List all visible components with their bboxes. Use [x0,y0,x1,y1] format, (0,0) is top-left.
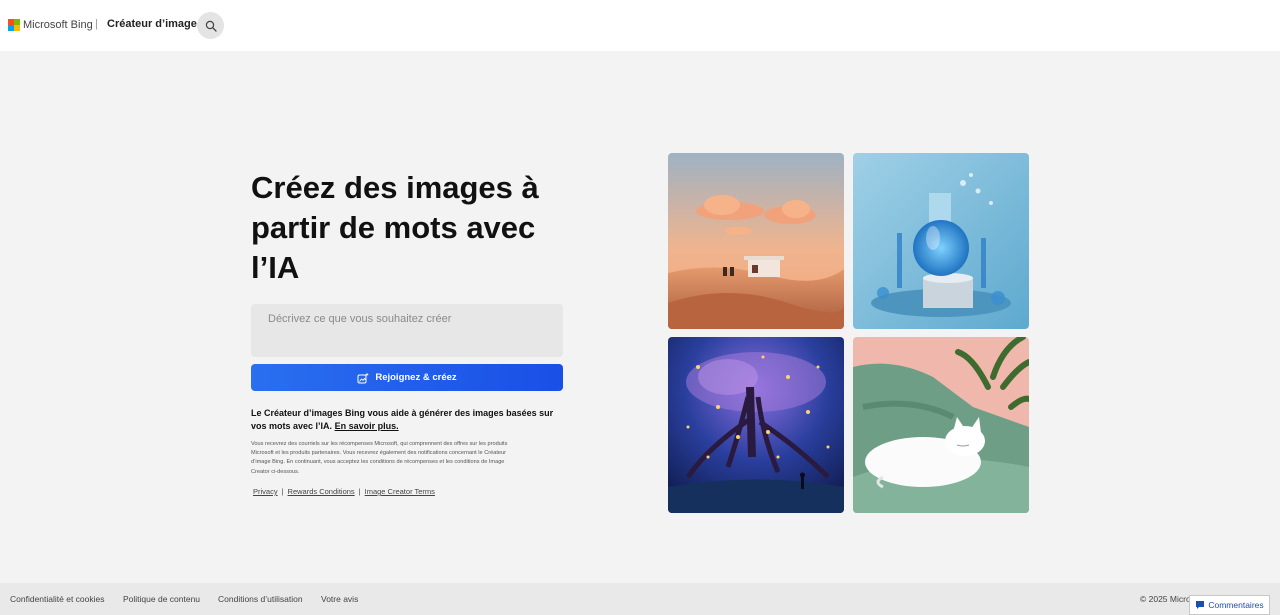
gallery-image-glass-flask[interactable] [853,153,1029,329]
gallery-image-desert-station[interactable] [668,153,844,329]
image-sparkle-icon [357,372,370,383]
gallery-image-white-cat[interactable] [853,337,1029,513]
copyright-text: © 2025 Microsoft [1140,594,1190,604]
join-button-label: Rejoignez & créez [375,372,457,383]
desert-station-image [668,153,844,329]
join-and-create-button[interactable]: Rejoignez & créez [251,364,563,391]
brand-name: Microsoft Bing [23,19,93,31]
rewards-conditions-link[interactable]: Rewards Conditions [288,487,355,496]
description: Le Créateur d’images Bing vous aide à gé… [251,407,571,433]
footer-content-policy-link[interactable]: Politique de contenu [123,594,200,604]
footer-terms-of-use-link[interactable]: Conditions d’utilisation [218,594,303,604]
link-separator: | [358,487,361,496]
glowing-tree-image [668,337,844,513]
image-creator-terms-link[interactable]: Image Creator Terms [365,487,435,496]
legal-links: Privacy | Rewards Conditions | Image Creator… [253,487,435,496]
app-title[interactable]: Créateur d’image [107,18,197,30]
learn-more-link[interactable]: En savoir plus. [335,421,399,431]
footer-your-feedback-link[interactable]: Votre avis [321,594,358,604]
bing-logo[interactable]: Microsoft Bing [8,19,93,31]
description-text: Le Créateur d’images Bing vous aide à gé… [251,408,554,431]
white-cat-image [853,337,1029,513]
comment-icon [1196,601,1205,609]
prompt-input[interactable] [251,304,563,357]
search-button[interactable] [197,12,224,39]
search-icon [205,20,217,32]
page-footer: Confidentialité et cookies Politique de … [0,583,1280,615]
gallery-image-glowing-tree[interactable] [668,337,844,513]
footer-privacy-cookies-link[interactable]: Confidentialité et cookies [10,594,105,604]
glass-flask-image [853,153,1029,329]
hero-title: Créez des images à partir de mots avec l… [251,170,539,285]
link-separator: | [281,487,284,496]
privacy-link[interactable]: Privacy [253,487,278,496]
feedback-button[interactable]: Commentaires [1189,595,1270,615]
fine-print: Vous recevrez des courriels sur les réco… [251,441,508,475]
header-separator: | [95,18,98,30]
feedback-label: Commentaires [1208,600,1264,610]
top-header: Microsoft Bing | Créateur d’image [0,0,1280,51]
microsoft-logo-icon [8,19,20,31]
